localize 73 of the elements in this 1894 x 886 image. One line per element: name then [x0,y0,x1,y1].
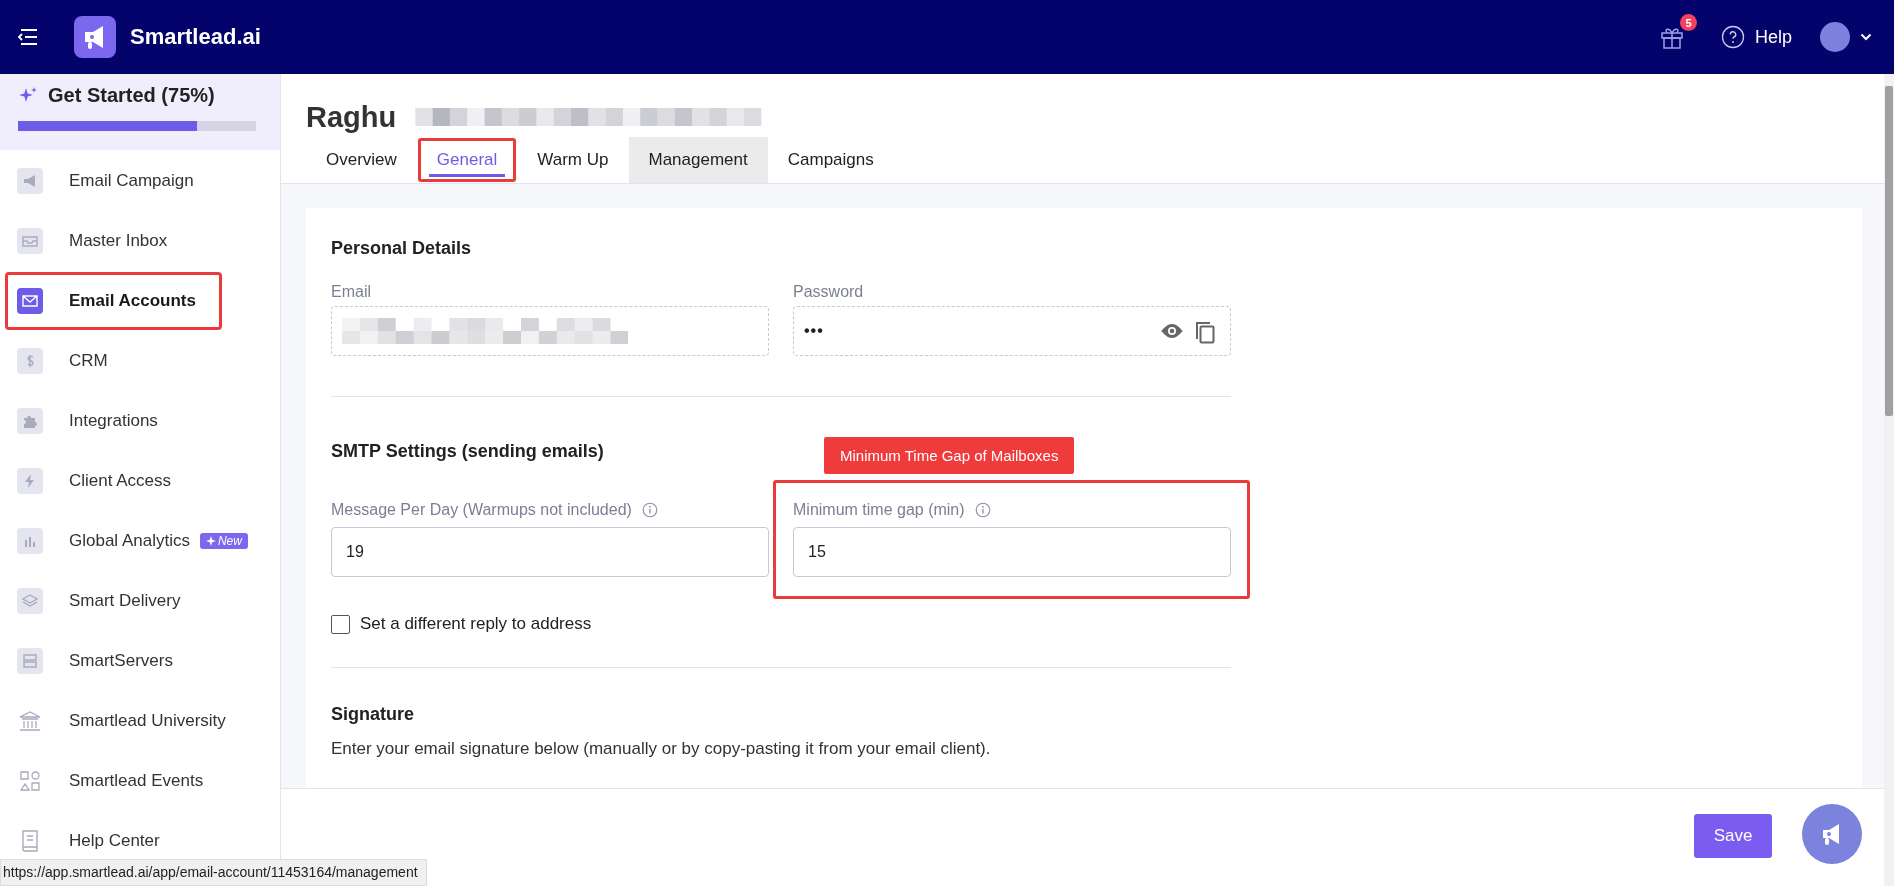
sidebar-item-label: Help Center [69,831,160,851]
sidebar-item[interactable]: Smart Delivery [5,572,222,630]
puzzle-icon [17,408,43,434]
sidebar-item[interactable]: Smartlead University [5,692,237,750]
sidebar-item[interactable]: SmartServers [5,632,222,690]
shapes-icon [17,768,43,794]
tab[interactable]: Warm Up [517,137,629,183]
inbox-icon [17,228,43,254]
section-title: Signature [331,704,415,725]
checkbox[interactable] [331,614,350,634]
layers-icon [17,588,43,614]
sidebar-item[interactable]: Client Access [5,452,222,510]
save-button[interactable]: Save [1694,814,1772,858]
section-description: Enter your email signature below (manually or by copy-pasting it from your email client). [331,739,992,759]
field-label: Minimum time gap (min) [793,501,965,519]
server-icon [17,648,43,674]
sidebar-item-label: Client Access [69,471,172,491]
sidebar-item[interactable]: Integrations [5,392,222,450]
field-label: Password [793,283,865,301]
section-title: SMTP Settings (sending emails) [331,441,605,462]
logo-icon[interactable] [74,16,116,58]
sidebar-item-label: Master Inbox [69,231,168,251]
annotation-label: Minimum Time Gap of Mailboxes [824,437,1075,474]
help-icon[interactable] [1720,25,1745,49]
checkbox-label: Set a different reply to address [360,614,592,634]
status-url-tooltip: https://app.smartlead.ai/app/email-account/11453164/management [0,859,427,886]
sidebar-item-label: SmartServers [69,651,173,671]
get-started-panel[interactable]: Get Started (75%) [0,74,280,150]
tab[interactable]: Overview [306,137,417,183]
field-label: Message Per Day (Warmups not included) [331,501,632,519]
account-name: Raghu [306,100,397,134]
avatar[interactable] [1820,22,1850,52]
brand-name[interactable]: Smartlead.ai [130,24,261,50]
eye-icon[interactable] [1160,323,1184,339]
sidebar-item-label: Smartlead University [69,711,226,731]
field-label: Email [331,283,372,301]
tab[interactable]: General [416,137,518,183]
sidebar-item[interactable]: Email Campaign [5,152,222,210]
info-icon[interactable] [641,502,658,518]
info-icon[interactable] [974,502,991,518]
sidebar-item[interactable]: Smartlead Events [5,752,222,810]
megaphone-icon [17,168,43,194]
sidebar-item-label: Email Campaign [69,171,194,191]
sidebar-item[interactable]: Master Inbox [5,212,222,270]
sidebar-item-label: Global Analytics [69,531,190,551]
tab[interactable]: Management [628,137,768,183]
sidebar-item[interactable]: Global Analytics New [5,512,259,570]
get-started-label: Get Started (75%) [48,84,215,107]
notification-badge: 5 [1679,14,1697,31]
section-title: Personal Details [331,238,473,259]
dollar-icon [17,348,43,374]
sidebar-item-label: CRM [69,351,108,371]
sidebar-item[interactable]: Email Accounts [5,272,222,330]
sidebar-item-label: Email Accounts [69,291,196,311]
number-field[interactable]: 15 [793,527,1231,577]
new-badge: New [199,533,248,549]
menu-icon[interactable] [16,28,38,46]
help-link[interactable]: Help [1754,26,1792,48]
scrollbar[interactable] [1884,74,1894,886]
sidebar-item[interactable]: CRM [5,332,222,390]
tab[interactable]: Campaigns [767,137,894,183]
chat-button[interactable] [1802,804,1862,864]
sidebar-item-label: Integrations [69,411,158,431]
number-field[interactable]: 19 [331,527,769,577]
password-field[interactable]: ••• [793,306,1231,356]
bolt-icon [17,468,43,494]
password-value: ••• [804,322,824,340]
email-field[interactable] [331,306,769,356]
mail-icon [17,288,43,314]
sidebar-item-label: Smart Delivery [69,591,181,611]
chevron-down-icon[interactable] [1860,33,1872,41]
sidebar-item-label: Smartlead Events [69,771,204,791]
bars-icon [17,528,43,554]
